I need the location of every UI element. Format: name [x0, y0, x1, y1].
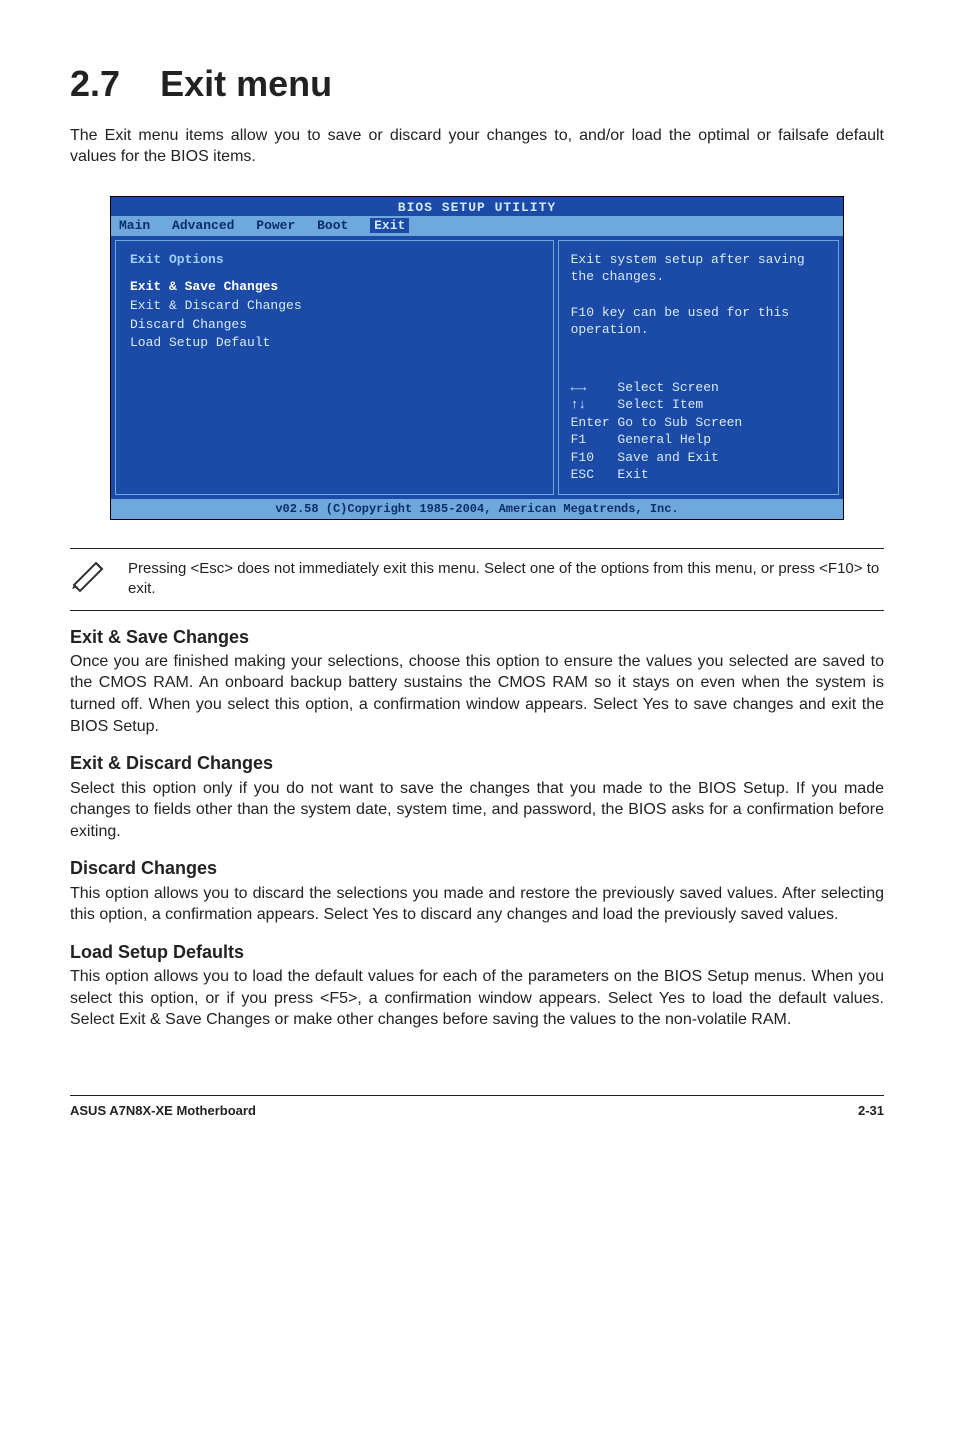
bios-right-pane: Exit system setup after saving the chang…	[558, 240, 839, 495]
bios-title: BIOS SETUP UTILITY	[111, 197, 843, 217]
bios-key-select-item: ↑↓ Select Item	[571, 396, 826, 414]
bios-copyright: v02.58 (C)Copyright 1985-2004, American …	[111, 499, 843, 519]
bios-item-exit-save[interactable]: Exit & Save Changes	[130, 278, 539, 296]
intro-paragraph: The Exit menu items allow you to save or…	[70, 125, 884, 168]
note-callout: Pressing <Esc> does not immediately exit…	[70, 548, 884, 611]
bios-help-keys: ←→ Select Screen ↑↓ Select Item Enter Go…	[571, 379, 826, 484]
bios-key-esc: ESC Exit	[571, 466, 826, 484]
section-number: 2.7	[70, 63, 120, 104]
bios-left-heading: Exit Options	[130, 251, 539, 269]
bios-item-load-default[interactable]: Load Setup Default	[130, 334, 539, 352]
bios-tab-exit[interactable]: Exit	[370, 218, 409, 233]
bios-tab-main[interactable]: Main	[119, 218, 150, 233]
sub-heading-discard: Discard Changes	[70, 856, 884, 880]
sub-body-exit-discard: Select this option only if you do not wa…	[70, 778, 884, 843]
bios-key-enter: Enter Go to Sub Screen	[571, 414, 826, 432]
bios-help-text: Exit system setup after saving the chang…	[571, 251, 826, 339]
bios-tab-power[interactable]: Power	[256, 218, 295, 233]
bios-tab-boot[interactable]: Boot	[317, 218, 348, 233]
bios-left-pane: Exit Options Exit & Save Changes Exit & …	[115, 240, 554, 495]
sub-heading-load-defaults: Load Setup Defaults	[70, 940, 884, 964]
bios-key-f10: F10 Save and Exit	[571, 449, 826, 467]
bios-item-discard[interactable]: Discard Changes	[130, 316, 539, 334]
pencil-note-icon	[70, 559, 110, 593]
sub-body-discard: This option allows you to discard the se…	[70, 883, 884, 926]
footer-right: 2-31	[858, 1102, 884, 1120]
bios-menubar: Main Advanced Power Boot Exit	[111, 216, 843, 236]
bios-key-f1: F1 General Help	[571, 431, 826, 449]
bios-window: BIOS SETUP UTILITY Main Advanced Power B…	[110, 196, 844, 520]
note-text: Pressing <Esc> does not immediately exit…	[128, 559, 884, 600]
section-title-text: Exit menu	[160, 63, 332, 104]
page-footer: ASUS A7N8X-XE Motherboard 2-31	[70, 1095, 884, 1120]
sub-heading-exit-save: Exit & Save Changes	[70, 625, 884, 649]
bios-item-exit-discard[interactable]: Exit & Discard Changes	[130, 297, 539, 315]
bios-key-select-screen: ←→ Select Screen	[571, 379, 826, 397]
bios-body: Exit Options Exit & Save Changes Exit & …	[111, 236, 843, 499]
sub-body-load-defaults: This option allows you to load the defau…	[70, 966, 884, 1031]
bios-tab-advanced[interactable]: Advanced	[172, 218, 234, 233]
sub-heading-exit-discard: Exit & Discard Changes	[70, 751, 884, 775]
footer-left: ASUS A7N8X-XE Motherboard	[70, 1102, 256, 1120]
sub-body-exit-save: Once you are finished making your select…	[70, 651, 884, 737]
section-heading: 2.7 Exit menu	[70, 60, 884, 109]
